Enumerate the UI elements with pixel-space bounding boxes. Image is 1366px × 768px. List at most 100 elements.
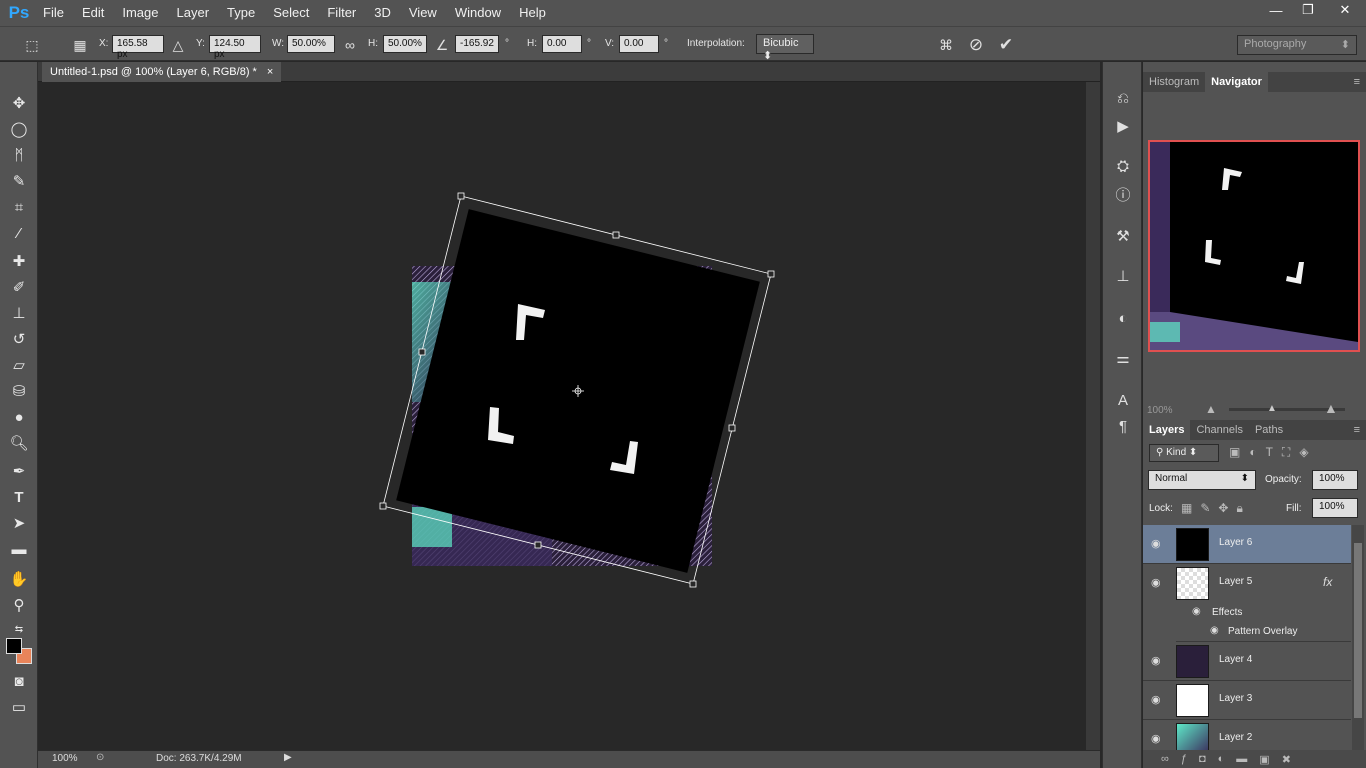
- minimize-button[interactable]: —: [1260, 0, 1292, 20]
- transform-tool-icon[interactable]: ⬚: [22, 35, 42, 55]
- lasso-tool-icon[interactable]: ᛗ: [7, 144, 31, 166]
- clone-source-icon[interactable]: ⊥: [1113, 266, 1133, 286]
- layer-row[interactable]: ◉ Layer 2: [1143, 720, 1351, 754]
- menu-3d[interactable]: 3D: [365, 0, 400, 26]
- menu-layer[interactable]: Layer: [168, 0, 219, 26]
- history-brush-icon[interactable]: ↺: [7, 328, 31, 350]
- status-menu-arrow-icon[interactable]: ▶: [284, 752, 292, 763]
- layer-filter-select[interactable]: ⚲ Kind ⬍: [1149, 444, 1219, 462]
- healing-brush-icon[interactable]: ✚: [7, 250, 31, 272]
- close-tab-icon[interactable]: ×: [267, 66, 273, 78]
- restore-button[interactable]: ❐: [1292, 0, 1324, 20]
- menu-edit[interactable]: Edit: [73, 0, 113, 26]
- adjustments-panel-icon[interactable]: ◐: [1113, 308, 1133, 328]
- swap-colors-icon[interactable]: ⇆: [7, 618, 31, 640]
- menu-file[interactable]: File: [34, 0, 73, 26]
- new-group-icon[interactable]: ▬: [1236, 753, 1247, 765]
- tab-navigator[interactable]: Navigator: [1205, 72, 1268, 92]
- blend-mode-select[interactable]: Normal ⬍: [1148, 470, 1256, 490]
- x-field[interactable]: 165.58 px: [112, 35, 164, 60]
- zoom-out-icon[interactable]: ▲: [1205, 402, 1217, 416]
- link-layers-icon[interactable]: ∞: [1161, 753, 1169, 765]
- info-panel-icon[interactable]: ⓘ: [1113, 184, 1133, 204]
- styles-panel-icon[interactable]: ⚌: [1113, 348, 1133, 368]
- paint-bucket-icon[interactable]: ⛁: [7, 380, 31, 402]
- tab-channels[interactable]: Channels: [1190, 420, 1248, 440]
- properties-panel-icon[interactable]: ⛭: [1113, 156, 1133, 176]
- angle-field[interactable]: -165.92: [455, 35, 499, 53]
- layers-scrollbar-thumb[interactable]: [1354, 543, 1362, 718]
- status-info-icon[interactable]: ⊙: [96, 752, 104, 763]
- commit-transform-icon[interactable]: ✔: [996, 35, 1016, 55]
- delete-layer-icon[interactable]: ✖: [1282, 753, 1291, 766]
- eraser-tool-icon[interactable]: ▱: [7, 354, 31, 376]
- vskew-field[interactable]: 0.00: [619, 35, 659, 53]
- link-icon[interactable]: ∞: [340, 35, 360, 55]
- width-field[interactable]: 50.00%: [287, 35, 335, 53]
- panel-menu-icon[interactable]: ≡: [1348, 72, 1366, 92]
- pen-tool-icon[interactable]: ✒: [7, 460, 31, 482]
- lock-icons[interactable]: ▦✎✥🔒︎: [1181, 501, 1251, 516]
- paragraph-panel-icon[interactable]: ¶: [1113, 416, 1133, 436]
- visibility-eye-icon[interactable]: ◉: [1151, 537, 1165, 551]
- history-panel-icon[interactable]: ⎌: [1113, 88, 1133, 108]
- pattern-overlay-row[interactable]: ◉ Pattern Overlay: [1176, 622, 1351, 642]
- height-field[interactable]: 50.00%: [383, 35, 427, 53]
- menu-view[interactable]: View: [400, 0, 446, 26]
- workspace-select[interactable]: Photography ⬍: [1237, 35, 1357, 55]
- visibility-eye-icon[interactable]: ◉: [1151, 654, 1165, 668]
- effects-eye-icon[interactable]: ◉: [1192, 606, 1201, 617]
- canvas-area[interactable]: [38, 82, 1086, 750]
- layers-panel-menu-icon[interactable]: ≡: [1348, 420, 1366, 440]
- adjustment-layer-icon[interactable]: ◐: [1218, 753, 1225, 765]
- path-selection-icon[interactable]: ➤: [7, 512, 31, 534]
- tab-histogram[interactable]: Histogram: [1143, 72, 1205, 92]
- layer-row[interactable]: ◉ Layer 4: [1143, 642, 1351, 681]
- zoom-in-icon[interactable]: ▲: [1324, 400, 1338, 416]
- cancel-transform-icon[interactable]: ⊘: [966, 35, 986, 55]
- navigator-zoom[interactable]: 100%: [1147, 405, 1173, 416]
- brush-tool-icon[interactable]: ✐: [7, 276, 31, 298]
- warp-icon[interactable]: ⌘: [936, 35, 956, 55]
- dodge-tool-icon[interactable]: ●: [7, 406, 31, 428]
- brush-presets-icon[interactable]: ⚒: [1113, 226, 1133, 246]
- tab-layers[interactable]: Layers: [1143, 420, 1191, 440]
- move-tool-icon[interactable]: ✥: [7, 92, 31, 114]
- interpolation-select[interactable]: Bicubic ⬍: [756, 34, 814, 62]
- type-tool-icon[interactable]: T: [7, 486, 31, 508]
- clone-stamp-icon[interactable]: ⊥: [7, 302, 31, 324]
- reference-point-icon[interactable]: ▦: [70, 35, 90, 55]
- layer-row[interactable]: ◉ Layer 3: [1143, 681, 1351, 720]
- add-style-icon[interactable]: ƒ: [1181, 753, 1187, 765]
- document-tab[interactable]: Untitled-1.psd @ 100% (Layer 6, RGB/8) *…: [42, 62, 282, 82]
- quick-mask-icon[interactable]: ◙: [7, 670, 31, 692]
- crop-tool-icon[interactable]: ⌗: [7, 196, 31, 218]
- fx-badge[interactable]: fx: [1323, 575, 1332, 589]
- eyedropper-icon[interactable]: ⁄: [7, 222, 31, 244]
- visibility-eye-icon[interactable]: ◉: [1151, 732, 1165, 746]
- effects-row[interactable]: ◉ Effects: [1176, 603, 1351, 622]
- menu-filter[interactable]: Filter: [318, 0, 365, 26]
- fill-field[interactable]: 100%: [1312, 498, 1358, 518]
- rectangle-tool-icon[interactable]: ▬: [7, 538, 31, 560]
- zoom-tool-icon[interactable]: ⚲: [7, 594, 31, 616]
- layer-row[interactable]: ◉ Layer 6: [1143, 525, 1351, 564]
- new-layer-icon[interactable]: ▣: [1259, 753, 1269, 766]
- navigator-preview[interactable]: [1148, 140, 1360, 352]
- zoom-lens-icon[interactable]: 🔍︎: [7, 432, 31, 454]
- tab-paths[interactable]: Paths: [1249, 420, 1289, 440]
- actions-panel-icon[interactable]: ▶: [1113, 116, 1133, 136]
- pattern-overlay-eye-icon[interactable]: ◉: [1210, 625, 1219, 636]
- visibility-eye-icon[interactable]: ◉: [1151, 693, 1165, 707]
- opacity-field[interactable]: 100%: [1312, 470, 1358, 490]
- menu-image[interactable]: Image: [113, 0, 167, 26]
- canvas-scrollbar[interactable]: [1086, 82, 1100, 750]
- zoom-slider-thumb[interactable]: ▲: [1267, 403, 1277, 414]
- y-field[interactable]: 124.50 px: [209, 35, 261, 60]
- hand-tool-icon[interactable]: ✋: [7, 568, 31, 590]
- menu-select[interactable]: Select: [264, 0, 318, 26]
- quick-selection-icon[interactable]: ✎: [7, 170, 31, 192]
- layers-scrollbar[interactable]: [1352, 525, 1364, 754]
- layer-row[interactable]: ◉ Layer 5 fx: [1143, 564, 1351, 603]
- menu-window[interactable]: Window: [446, 0, 510, 26]
